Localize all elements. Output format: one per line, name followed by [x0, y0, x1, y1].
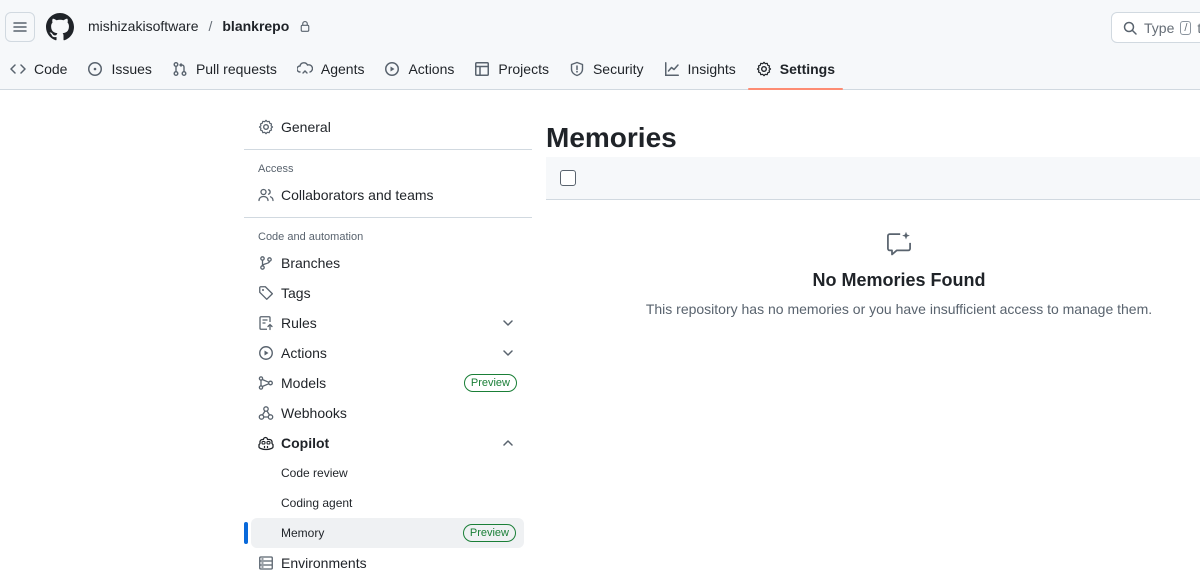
sidebar-item-label: Branches	[281, 255, 341, 271]
sidebar-section-code-automation: Code and automation	[258, 231, 364, 243]
breadcrumb-separator: /	[208, 18, 213, 34]
sidebar-item-label: Code review	[281, 466, 348, 480]
tab-label: Projects	[498, 61, 549, 77]
search-shortcut-key: /	[1180, 20, 1192, 35]
sidebar-item-rules[interactable]: Rules	[244, 308, 532, 338]
app-header: mishizakisoftware / blankrepo Type / to …	[0, 0, 1200, 90]
sidebar-item-collaborators[interactable]: Collaborators and teams	[244, 180, 532, 210]
chevron-up-icon[interactable]	[500, 435, 516, 451]
memories-list-header	[546, 157, 1200, 200]
sidebar-item-memory[interactable]: Memory Preview	[244, 518, 524, 548]
gear-icon	[756, 61, 771, 77]
search-placeholder: Type	[1144, 19, 1175, 36]
main-content: Memories No Memories Found This reposito…	[546, 90, 1200, 317]
preview-badge: Preview	[463, 374, 517, 392]
select-all-checkbox[interactable]	[560, 170, 576, 186]
tab-label: Code	[34, 61, 68, 77]
tab-label: Insights	[687, 61, 736, 77]
settings-sidebar: General Access Collaborators and teams C…	[244, 90, 532, 578]
sidebar-item-label: Models	[281, 375, 327, 391]
chevron-down-icon[interactable]	[500, 315, 516, 331]
webhook-icon	[258, 406, 274, 420]
sidebar-item-general[interactable]: General	[244, 112, 532, 142]
sidebar-item-actions[interactable]: Actions	[244, 338, 532, 368]
tab-actions[interactable]: Actions	[376, 52, 462, 86]
sidebar-divider	[244, 217, 532, 218]
sidebar-item-label: Rules	[281, 315, 317, 331]
tab-settings[interactable]: Settings	[747, 52, 844, 90]
tab-label: Actions	[408, 61, 455, 77]
issue-opened-icon	[88, 62, 103, 76]
sidebar-item-tags[interactable]: Tags	[244, 278, 532, 308]
tab-label: Pull requests	[195, 61, 277, 77]
sidebar-item-label: General	[281, 119, 331, 135]
sidebar-item-label: Tags	[281, 285, 311, 301]
tab-pull-requests[interactable]: Pull requests	[164, 52, 285, 86]
git-pull-request-icon	[173, 62, 187, 76]
ai-model-icon	[258, 376, 273, 390]
sidebar-item-branches[interactable]: Branches	[244, 248, 532, 278]
empty-state: No Memories Found This repository has no…	[546, 200, 1200, 317]
code-icon	[10, 64, 26, 74]
sidebar-item-label: Memory	[281, 526, 325, 540]
hamburger-icon	[13, 22, 27, 32]
server-icon	[259, 556, 273, 570]
play-icon	[385, 62, 400, 76]
sidebar-item-environments[interactable]: Environments	[244, 548, 532, 578]
tab-label: Agents	[320, 61, 365, 77]
agent-icon	[296, 62, 313, 74]
empty-state-description: This repository has no memories or you h…	[645, 301, 1153, 317]
breadcrumb-owner-link[interactable]: mishizakisoftware	[88, 18, 198, 34]
git-branch-icon	[260, 256, 272, 270]
sidebar-section-access: Access	[258, 163, 294, 175]
table-icon	[475, 62, 490, 76]
people-icon	[258, 188, 274, 202]
tab-code[interactable]: Code	[2, 52, 75, 86]
tab-insights[interactable]: Insights	[656, 52, 744, 86]
gear-icon	[258, 119, 274, 135]
sidebar-item-label: Environments	[281, 555, 367, 571]
tab-label: Settings	[779, 61, 836, 77]
repo-push-icon	[259, 316, 273, 331]
sidebar-item-label: Copilot	[281, 435, 330, 451]
lock-icon	[300, 20, 310, 32]
breadcrumb-repo-link[interactable]: blankrepo	[222, 18, 289, 34]
sidebar-divider	[244, 149, 532, 150]
sidebar-item-label: Coding agent	[281, 496, 353, 510]
tab-projects[interactable]: Projects	[466, 52, 557, 86]
empty-state-title: No Memories Found	[812, 270, 986, 290]
sidebar-item-label: Webhooks	[281, 405, 347, 421]
shield-icon	[570, 61, 584, 77]
breadcrumb: mishizakisoftware / blankrepo	[88, 18, 311, 34]
repo-nav-tabs: Code Issues Pull requests Agents Actions…	[0, 52, 844, 90]
tab-security[interactable]: Security	[561, 52, 652, 86]
sidebar-item-code-review[interactable]: Code review	[244, 458, 532, 488]
comment-sparkle-icon	[887, 231, 911, 256]
tab-label: Security	[592, 61, 644, 77]
graph-icon	[664, 62, 679, 76]
page-title: Memories	[546, 122, 677, 153]
tab-issues[interactable]: Issues	[79, 52, 159, 86]
tag-icon	[259, 286, 273, 300]
sidebar-item-coding-agent[interactable]: Coding agent	[244, 488, 532, 518]
search-input[interactable]: Type / to	[1111, 12, 1200, 43]
tab-label: Issues	[111, 61, 152, 77]
play-icon	[259, 346, 273, 360]
sidebar-item-label: Collaborators and teams	[281, 187, 434, 203]
active-indicator	[244, 522, 248, 544]
preview-badge: Preview	[462, 524, 516, 542]
sidebar-item-webhooks[interactable]: Webhooks	[244, 398, 532, 428]
menu-button[interactable]	[5, 12, 35, 42]
chevron-down-icon[interactable]	[500, 345, 516, 361]
sidebar-item-copilot[interactable]: Copilot	[244, 428, 532, 458]
sidebar-item-models[interactable]: Models Preview	[244, 368, 532, 398]
github-logo-icon[interactable]	[46, 13, 74, 41]
search-icon	[1123, 21, 1137, 35]
copilot-icon	[258, 436, 274, 451]
tab-agents[interactable]: Agents	[289, 52, 373, 86]
sidebar-item-label: Actions	[281, 345, 327, 361]
